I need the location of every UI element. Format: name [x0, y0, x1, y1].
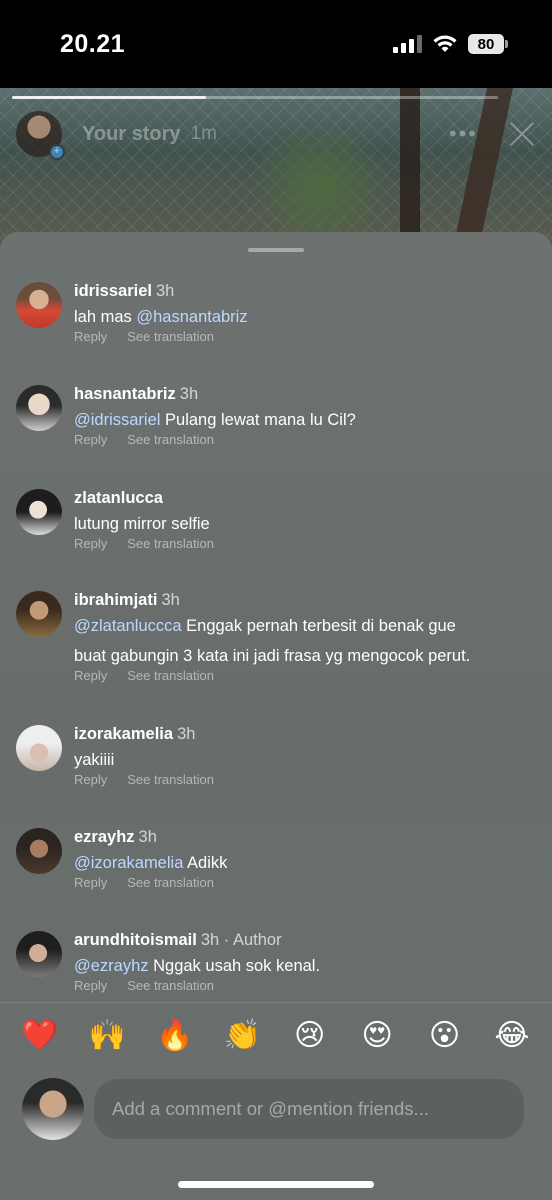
comment-text: Pulang lewat mana lu Cil?: [160, 411, 356, 429]
reply-button[interactable]: Reply: [74, 875, 107, 890]
commenter-avatar[interactable]: [16, 489, 62, 535]
reply-button[interactable]: Reply: [74, 329, 107, 344]
comment-mention[interactable]: @hasnantabriz: [136, 308, 247, 326]
reply-button[interactable]: Reply: [74, 772, 107, 787]
comment-item: izorakamelia 3h yakiiii Reply See translat…: [16, 724, 546, 787]
comment-text: Enggak pernah terbesit di benak gue: [181, 617, 456, 635]
comment-username[interactable]: zlatanlucca: [74, 489, 163, 507]
comment-text: Adikk: [183, 854, 228, 872]
more-options-icon[interactable]: •••: [449, 121, 478, 147]
comment-time: 3h: [161, 591, 180, 609]
my-avatar: [22, 1078, 84, 1140]
reply-button[interactable]: Reply: [74, 432, 107, 447]
commenter-avatar[interactable]: [16, 828, 62, 874]
story-username[interactable]: Your story: [82, 123, 181, 146]
commenter-avatar[interactable]: [16, 725, 62, 771]
see-translation-button[interactable]: See translation: [127, 978, 214, 993]
crying-face-emoji-icon[interactable]: 😢: [286, 1012, 334, 1060]
status-icons: 80: [393, 34, 508, 54]
comment-username[interactable]: hasnantabriz: [74, 385, 176, 403]
add-story-icon[interactable]: +: [49, 144, 65, 160]
comment-mention[interactable]: @izorakamelia: [74, 854, 183, 872]
see-translation-button[interactable]: See translation: [127, 536, 214, 551]
comment-item: zlatanlucca lutung mirror selfie Reply Se…: [16, 488, 546, 551]
comment-time: 3h: [155, 282, 175, 300]
story-header: + Your story 1m •••: [16, 108, 536, 160]
wifi-icon: [433, 35, 457, 52]
comment-username[interactable]: ibrahimjati: [74, 591, 157, 609]
close-icon[interactable]: [508, 120, 536, 148]
sheet-grabber[interactable]: [248, 248, 304, 252]
comment-username[interactable]: arundhitoismail: [74, 931, 197, 949]
status-bar: 20.21 80: [0, 0, 552, 88]
commenter-avatar[interactable]: [16, 282, 62, 328]
commenter-avatar[interactable]: [16, 931, 62, 977]
see-translation-button[interactable]: See translation: [127, 772, 214, 787]
status-time: 20.21: [60, 30, 126, 58]
comment-time: 3h: [138, 828, 157, 846]
comment-time: 3h: [179, 385, 199, 403]
emoji-reaction-bar: ❤️ 🙌 🔥 👏 😢 😍 😮 😂: [16, 1012, 536, 1060]
comment-text-line2: buat gabungin 3 kata ini jadi frasa yg m…: [74, 647, 471, 665]
reply-button[interactable]: Reply: [74, 978, 107, 993]
reply-button[interactable]: Reply: [74, 536, 107, 551]
comment-text: yakiiii: [74, 751, 115, 769]
battery-icon: 80: [468, 34, 508, 54]
fire-emoji-icon[interactable]: 🔥: [151, 1012, 199, 1060]
comment-composer: [22, 1078, 524, 1140]
laughing-tears-emoji-icon[interactable]: 😂: [488, 1012, 536, 1060]
comment-time: 3h · Author: [200, 931, 282, 949]
surprised-face-emoji-icon[interactable]: 😮: [421, 1012, 469, 1060]
heart-eyes-emoji-icon[interactable]: 😍: [353, 1012, 401, 1060]
raising-hands-emoji-icon[interactable]: 🙌: [83, 1012, 131, 1060]
comment-item: arundhitoismail 3h · Author @ezrayhz Ngga…: [16, 930, 546, 993]
comment-mention[interactable]: @zlatanluccca: [74, 617, 182, 635]
story-avatar[interactable]: +: [16, 111, 65, 160]
red-heart-emoji-icon[interactable]: ❤️: [16, 1012, 64, 1060]
see-translation-button[interactable]: See translation: [127, 329, 214, 344]
comment-time: 3h: [177, 725, 196, 743]
comment-username[interactable]: izorakamelia: [74, 725, 173, 743]
comment-item: ibrahimjati 3h @zlatanluccca Enggak perna…: [16, 590, 546, 683]
comment-input[interactable]: [94, 1079, 524, 1139]
see-translation-button[interactable]: See translation: [127, 875, 214, 890]
comment-item: idrissariel 3h lah mas @hasnantabriz Repl…: [16, 281, 546, 344]
comment-text: Nggak usah sok kenal.: [148, 957, 321, 975]
comment-mention[interactable]: @idrissariel: [74, 411, 160, 429]
see-translation-button[interactable]: See translation: [127, 432, 214, 447]
comment-text: lah mas: [74, 308, 137, 326]
comment-mention[interactable]: @ezrayhz: [74, 957, 149, 975]
cellular-signal-icon: [393, 35, 422, 53]
comment-username[interactable]: ezrayhz: [74, 828, 135, 846]
see-translation-button[interactable]: See translation: [127, 668, 214, 683]
home-indicator[interactable]: [178, 1181, 374, 1188]
comment-text: lutung mirror selfie: [74, 515, 210, 533]
comment-username[interactable]: idrissariel: [74, 282, 152, 300]
reply-button[interactable]: Reply: [74, 668, 107, 683]
comment-item: hasnantabriz 3h @idrissariel Pulang lewat…: [16, 384, 546, 447]
divider: [0, 1002, 552, 1003]
comment-item: ezrayhz 3h @izorakamelia Adikk Reply See t…: [16, 827, 546, 890]
clapping-hands-emoji-icon[interactable]: 👏: [218, 1012, 266, 1060]
commenter-avatar[interactable]: [16, 591, 62, 637]
story-progress-bar: [12, 96, 498, 99]
commenter-avatar[interactable]: [16, 385, 62, 431]
story-time: 1m: [190, 123, 217, 144]
